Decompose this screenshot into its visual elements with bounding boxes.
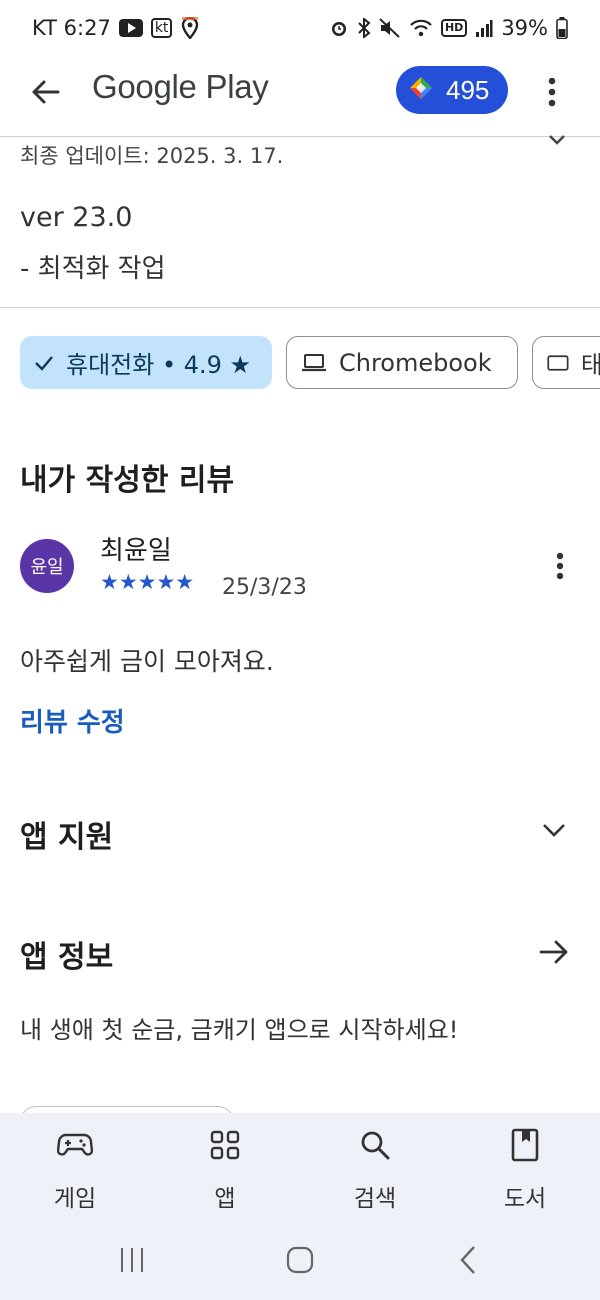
chevron-left-icon — [460, 1246, 475, 1274]
device-chips: 휴대전화 • 4.9 ★ Chromebook 태 — [20, 336, 600, 390]
mute-icon — [379, 18, 401, 38]
chip-chromebook-label: Chromebook — [339, 348, 492, 377]
app-bar: Google Play 495 — [0, 56, 600, 126]
my-review-title: 내가 작성한 리뷰 — [20, 463, 235, 498]
carrier-time: KT 6:27 — [32, 16, 111, 40]
recent-apps-button[interactable] — [108, 1235, 156, 1285]
check-icon — [35, 355, 53, 371]
nav-games-label: 게임 — [53, 1186, 97, 1212]
play-points-button[interactable]: 495 — [396, 66, 508, 114]
app-description: 내 생애 첫 순금, 금캐기 앱으로 시작하세요! — [20, 1016, 459, 1044]
review-date: 25/3/23 — [222, 575, 307, 600]
app-bar-divider — [0, 136, 600, 137]
avatar: 윤일 — [20, 539, 74, 593]
nav-games[interactable]: 게임 — [20, 1125, 130, 1213]
nav-search-label: 검색 — [353, 1186, 397, 1212]
home-button[interactable] — [276, 1235, 324, 1285]
more-options-button[interactable] — [534, 70, 570, 114]
last-updated: 최종 업데이트: 2025. 3. 17. — [20, 144, 284, 168]
review-more-button[interactable] — [546, 548, 574, 584]
location-icon — [180, 17, 200, 39]
bluetooth-icon — [357, 18, 371, 38]
battery-percent: 39% — [501, 16, 548, 40]
review-text: 아주쉽게 금이 모아져요. — [20, 647, 274, 676]
edit-review-link[interactable]: 리뷰 수정 — [20, 702, 125, 739]
status-left: KT 6:27 kt — [32, 16, 200, 40]
kt-icon: kt — [150, 18, 173, 38]
chip-tablet-label: 태 — [580, 351, 600, 379]
laptop-icon — [302, 353, 326, 371]
chip-phone-label: 휴대전화 • 4.9 ★ — [66, 351, 252, 379]
book-icon — [505, 1125, 545, 1165]
tablet-icon — [547, 354, 569, 371]
version: ver 23.0 — [20, 202, 133, 233]
chip-chromebook[interactable]: Chromebook — [286, 336, 518, 389]
alarm-icon — [329, 18, 349, 38]
more-vert-icon — [548, 77, 556, 107]
version-note: - 최적화 작업 — [20, 254, 166, 284]
nav-books-label: 도서 — [503, 1186, 547, 1212]
nav-apps[interactable]: 앱 — [170, 1125, 280, 1213]
gamepad-icon — [55, 1125, 95, 1165]
nav-books[interactable]: 도서 — [470, 1125, 580, 1213]
update-divider — [0, 307, 600, 308]
youtube-icon — [118, 19, 143, 37]
apps-grid-icon — [205, 1125, 245, 1165]
play-points-icon — [408, 75, 434, 105]
system-back-button[interactable] — [444, 1235, 492, 1285]
recent-apps-icon — [121, 1248, 143, 1272]
search-icon — [355, 1125, 395, 1165]
wifi-icon — [409, 18, 433, 38]
back-button[interactable] — [22, 70, 70, 114]
expand-chevron-icon[interactable] — [536, 812, 572, 848]
star-rating: ★★★★★ — [100, 570, 195, 594]
status-right: HD 39% — [329, 16, 568, 40]
status-bar: KT 6:27 kt HD 39% — [0, 0, 600, 56]
app-support-title[interactable]: 앱 지원 — [20, 812, 113, 856]
reviewer-name: 최윤일 — [100, 536, 172, 566]
more-vert-icon — [556, 552, 564, 580]
system-navigation — [0, 1235, 600, 1285]
nav-search[interactable]: 검색 — [320, 1125, 430, 1213]
app-title: Google Play — [92, 68, 269, 105]
arrow-back-icon — [32, 80, 60, 104]
arrow-forward-icon[interactable] — [536, 934, 572, 970]
play-points-count: 495 — [446, 74, 490, 105]
hd-icon: HD — [440, 19, 468, 37]
signal-icon — [475, 18, 493, 38]
collapse-chevron-icon[interactable] — [548, 130, 566, 151]
home-icon — [286, 1246, 314, 1274]
chip-phone[interactable]: 휴대전화 • 4.9 ★ — [20, 336, 272, 389]
nav-apps-label: 앱 — [214, 1186, 236, 1212]
battery-icon — [556, 17, 568, 39]
chip-tablet[interactable]: 태 — [532, 336, 600, 389]
app-info-title[interactable]: 앱 정보 — [20, 932, 113, 976]
